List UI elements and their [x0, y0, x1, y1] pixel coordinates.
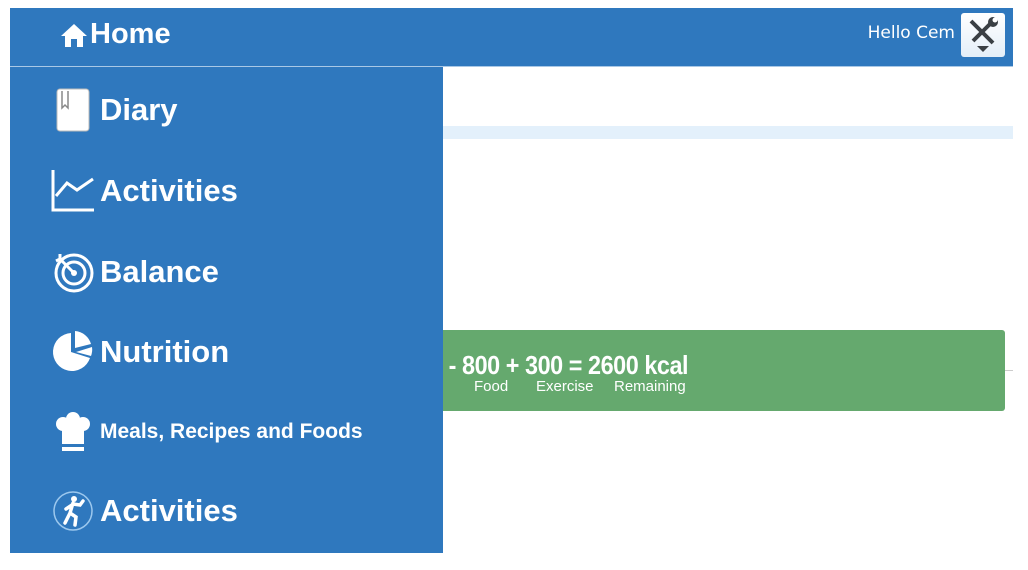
- sidebar-item-label: Activities: [100, 493, 238, 528]
- chef-hat-icon: [50, 409, 96, 455]
- sidebar-item-nutrition[interactable]: Nutrition: [50, 329, 229, 375]
- calorie-equation: 0 - 800 + 300 = 2600 kcal: [430, 350, 689, 380]
- divider: [1005, 370, 1013, 371]
- sidebar-item-activities-2[interactable]: Activities: [50, 488, 238, 534]
- sidebar-item-diary[interactable]: Diary: [50, 87, 178, 133]
- settings-menu-button[interactable]: [961, 13, 1005, 57]
- sidebar-menu: Diary Activities Balance Nutrition Meals…: [10, 67, 443, 553]
- sidebar-item-meals[interactable]: Meals, Recipes and Foods: [50, 409, 363, 455]
- book-icon: [50, 87, 96, 133]
- chart-line-icon: [50, 168, 96, 214]
- exercise-label: Exercise: [536, 378, 594, 395]
- user-greeting: Hello Cem: [867, 23, 955, 43]
- food-label: Food: [474, 378, 509, 395]
- top-bar: Home Hello Cem: [10, 8, 1013, 67]
- home-label: Home: [90, 18, 171, 50]
- tools-icon: [969, 17, 998, 52]
- content-strip: [443, 126, 1013, 139]
- home-icon: [61, 23, 87, 47]
- sidebar-item-balance[interactable]: Balance: [50, 249, 219, 295]
- home-link[interactable]: Home: [60, 18, 171, 51]
- pie-chart-icon: [50, 329, 96, 375]
- sidebar-item-label: Activities: [100, 173, 238, 208]
- remaining-label: Remaining: [614, 378, 686, 395]
- running-icon: [50, 488, 96, 534]
- sidebar-item-label: Diary: [100, 92, 178, 127]
- target-icon: [50, 249, 96, 295]
- sidebar-item-label: Meals, Recipes and Foods: [100, 420, 363, 443]
- calorie-summary: 0 - 800 + 300 = 2600 kcal Food Exercise …: [420, 330, 1005, 411]
- sidebar-item-label: Balance: [100, 254, 219, 289]
- sidebar-item-activities[interactable]: Activities: [50, 168, 238, 214]
- sidebar-item-label: Nutrition: [100, 334, 230, 369]
